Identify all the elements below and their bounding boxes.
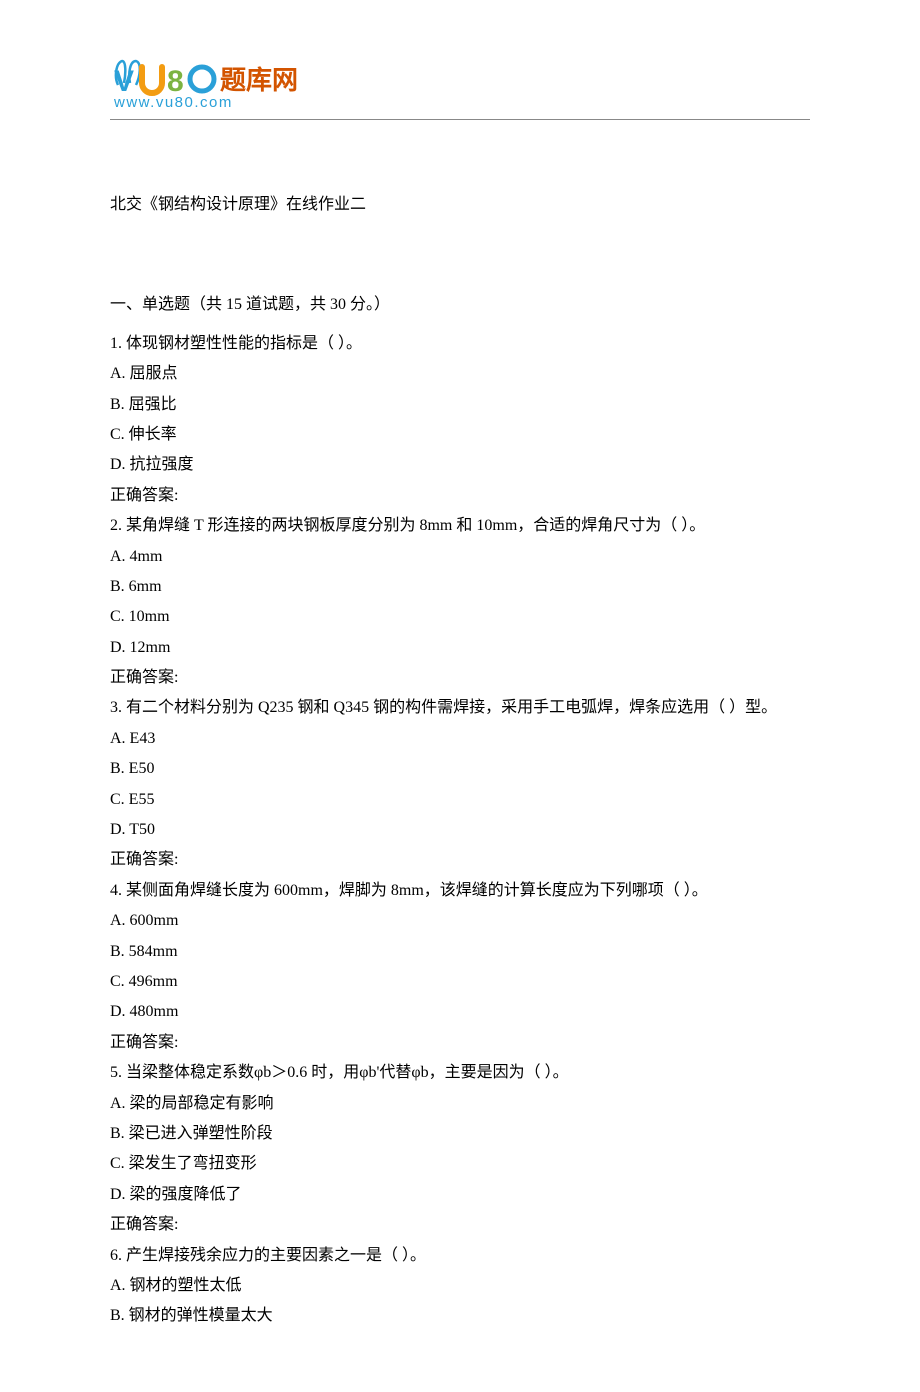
option-d: D. T50 [110, 815, 810, 845]
option-b: B. E50 [110, 754, 810, 784]
logo-brand-text: 题库网 [220, 65, 298, 95]
logo-letter-u [142, 67, 162, 93]
logo: V 8 题库网 www.vu80.com [110, 55, 810, 111]
question-4: 4. 某侧面角焊缝长度为 600mm，焊脚为 8mm，该焊缝的计算长度应为下列哪… [110, 876, 810, 1058]
option-b: B. 584mm [110, 937, 810, 967]
answer-label: 正确答案: [110, 663, 810, 693]
option-d: D. 480mm [110, 997, 810, 1027]
document-title: 北交《钢结构设计原理》在线作业二 [110, 190, 810, 220]
question-stem: 6. 产生焊接残余应力的主要因素之一是（ ）。 [110, 1241, 810, 1271]
question-stem: 1. 体现钢材塑性性能的指标是（ ）。 [110, 329, 810, 359]
answer-label: 正确答案: [110, 845, 810, 875]
answer-label: 正确答案: [110, 1028, 810, 1058]
question-3: 3. 有二个材料分别为 Q235 钢和 Q345 钢的构件需焊接，采用手工电弧焊… [110, 693, 810, 875]
option-a: A. 4mm [110, 542, 810, 572]
option-a: A. 梁的局部稳定有影响 [110, 1089, 810, 1119]
option-c: C. 梁发生了弯扭变形 [110, 1149, 810, 1179]
section-heading: 一、单选题（共 15 道试题，共 30 分。） [110, 290, 810, 320]
question-2: 2. 某角焊缝 T 形连接的两块钢板厚度分别为 8mm 和 10mm，合适的焊角… [110, 511, 810, 693]
logo-letter-o [190, 67, 214, 91]
question-stem: 5. 当梁整体稳定系数φb＞0.6 时，用φb'代替φb，主要是因为（ ）。 [110, 1058, 810, 1088]
option-b: B. 6mm [110, 572, 810, 602]
option-c: C. 10mm [110, 602, 810, 632]
option-c: C. 496mm [110, 967, 810, 997]
question-stem: 2. 某角焊缝 T 形连接的两块钢板厚度分别为 8mm 和 10mm，合适的焊角… [110, 511, 810, 541]
option-b: B. 屈强比 [110, 390, 810, 420]
option-a: A. 600mm [110, 906, 810, 936]
question-5: 5. 当梁整体稳定系数φb＞0.6 时，用φb'代替φb，主要是因为（ ）。 A… [110, 1058, 810, 1240]
question-stem: 4. 某侧面角焊缝长度为 600mm，焊脚为 8mm，该焊缝的计算长度应为下列哪… [110, 876, 810, 906]
question-6: 6. 产生焊接残余应力的主要因素之一是（ ）。 A. 钢材的塑性太低 B. 钢材… [110, 1241, 810, 1332]
option-d: D. 梁的强度降低了 [110, 1180, 810, 1210]
option-b: B. 钢材的弹性模量太大 [110, 1301, 810, 1331]
option-a: A. E43 [110, 724, 810, 754]
question-stem: 3. 有二个材料分别为 Q235 钢和 Q345 钢的构件需焊接，采用手工电弧焊… [110, 693, 810, 723]
answer-label: 正确答案: [110, 481, 810, 511]
logo-url: www.vu80.com [113, 94, 233, 111]
option-d: D. 抗拉强度 [110, 450, 810, 480]
option-d: D. 12mm [110, 633, 810, 663]
option-a: A. 屈服点 [110, 359, 810, 389]
logo-svg: V 8 题库网 www.vu80.com [110, 55, 320, 111]
answer-label: 正确答案: [110, 1210, 810, 1240]
option-b: B. 梁已进入弹塑性阶段 [110, 1119, 810, 1149]
header-divider [110, 119, 810, 120]
question-1: 1. 体现钢材塑性性能的指标是（ ）。 A. 屈服点 B. 屈强比 C. 伸长率… [110, 329, 810, 511]
option-c: C. E55 [110, 785, 810, 815]
option-c: C. 伸长率 [110, 420, 810, 450]
option-a: A. 钢材的塑性太低 [110, 1271, 810, 1301]
